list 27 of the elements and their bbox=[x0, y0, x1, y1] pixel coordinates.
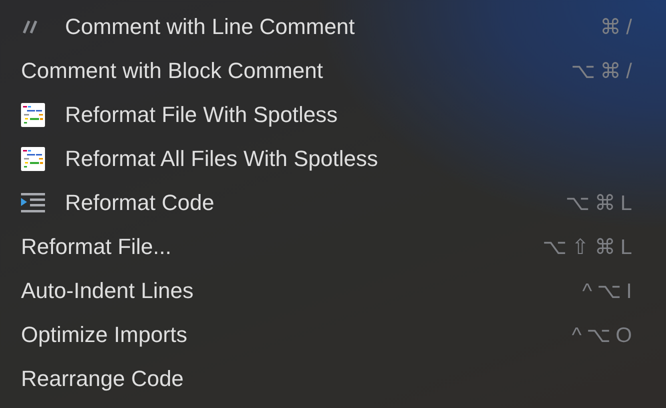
menu-item-label: Comment with Block Comment bbox=[21, 58, 324, 84]
menu-item-label: Reformat Code bbox=[65, 190, 216, 216]
shortcut-label: ^⌥I bbox=[582, 278, 637, 304]
menu-item[interactable]: Auto-Indent Lines ^⌥I bbox=[0, 269, 666, 313]
menu-item-label: Rearrange Code bbox=[21, 366, 185, 392]
menu-item[interactable]: Comment with Block Comment ⌥⌘/ bbox=[0, 49, 666, 93]
menu-item-label: Reformat File... bbox=[21, 234, 172, 260]
menu-item-label: Comment with Line Comment bbox=[65, 14, 356, 40]
menu-item-label: Optimize Imports bbox=[21, 322, 188, 348]
menu-item-label: Reformat All Files With Spotless bbox=[65, 146, 379, 172]
menu-item-label: Auto-Indent Lines bbox=[21, 278, 194, 304]
menu-item[interactable]: Comment with Line Comment ⌘/ bbox=[0, 5, 666, 49]
menu-item[interactable]: Optimize Imports ^⌥O bbox=[0, 313, 666, 357]
shortcut-label: ⌥⌘/ bbox=[571, 58, 637, 84]
menu-item[interactable]: Reformat All Files With Spotless bbox=[0, 137, 666, 181]
menu-item[interactable]: Reformat File With Spotless bbox=[0, 93, 666, 137]
shortcut-label: ⌘/ bbox=[600, 14, 637, 40]
shortcut-label: ^⌥O bbox=[572, 322, 637, 348]
shortcut-label: ⌥⌘L bbox=[565, 190, 637, 216]
shortcut-label: ⌥⇧⌘L bbox=[542, 234, 637, 260]
menu-item-label: Reformat File With Spotless bbox=[65, 102, 339, 128]
indent-icon bbox=[21, 191, 45, 215]
menu-item[interactable]: Rearrange Code bbox=[0, 357, 666, 401]
menu-item[interactable]: Reformat File... ⌥⇧⌘L bbox=[0, 225, 666, 269]
code-thumbnail-icon bbox=[21, 103, 45, 127]
code-thumbnail-icon bbox=[21, 147, 45, 171]
menu-item[interactable]: Reformat Code ⌥⌘L bbox=[0, 181, 666, 225]
